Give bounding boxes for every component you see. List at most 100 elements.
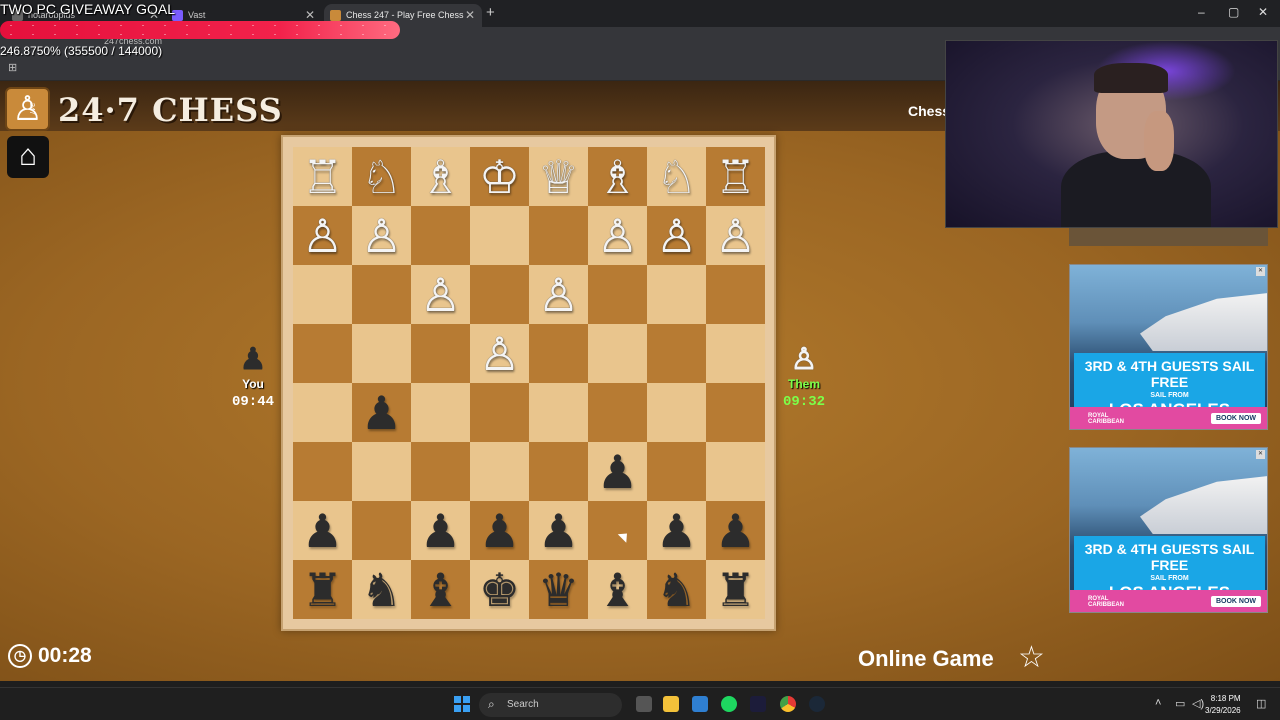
black-pawn-icon[interactable]: ♟ — [715, 508, 756, 554]
board-square[interactable] — [411, 383, 470, 442]
board-square[interactable] — [647, 324, 706, 383]
maximize-button[interactable]: ▢ — [1228, 5, 1239, 19]
board-square[interactable]: ♝ — [411, 560, 470, 619]
board-square[interactable]: ♙ — [529, 265, 588, 324]
board-square[interactable]: ♘ — [352, 147, 411, 206]
white-king-icon[interactable]: ♔ — [479, 154, 520, 200]
black-pawn-icon[interactable]: ♟ — [597, 449, 638, 495]
board-square[interactable] — [529, 442, 588, 501]
board-square[interactable]: ♟ — [470, 501, 529, 560]
board-square[interactable] — [470, 383, 529, 442]
chrome-icon[interactable] — [780, 696, 796, 712]
board-square[interactable] — [293, 265, 352, 324]
board-square[interactable] — [588, 265, 647, 324]
board-square[interactable]: ♟ — [352, 383, 411, 442]
board-square[interactable] — [411, 206, 470, 265]
board-square[interactable]: ♟ — [411, 501, 470, 560]
close-tab-icon[interactable]: ✕ — [465, 8, 475, 22]
black-bishop-icon[interactable]: ♝ — [420, 567, 461, 613]
steam-icon[interactable] — [809, 696, 825, 712]
board-square[interactable] — [706, 265, 765, 324]
board-square[interactable]: ♝ — [588, 560, 647, 619]
white-bishop-icon[interactable]: ♗ — [420, 154, 461, 200]
volume-icon[interactable]: ◁) — [1192, 697, 1204, 710]
white-bishop-icon[interactable]: ♗ — [597, 154, 638, 200]
black-pawn-icon[interactable]: ♟ — [420, 508, 461, 554]
board-square[interactable] — [647, 442, 706, 501]
taskbar-search[interactable]: ⌕ Search — [479, 693, 622, 717]
board-square[interactable]: ♞ — [647, 560, 706, 619]
board-square[interactable] — [647, 265, 706, 324]
board-square[interactable] — [411, 442, 470, 501]
logo-pawn-icon[interactable]: ♙ 247 — [5, 87, 50, 131]
board-square[interactable] — [588, 383, 647, 442]
black-rook-icon[interactable]: ♜ — [715, 567, 756, 613]
board-square[interactable] — [352, 324, 411, 383]
board-square[interactable] — [293, 383, 352, 442]
board-square[interactable]: ♛ — [529, 560, 588, 619]
black-rook-icon[interactable]: ♜ — [302, 567, 343, 613]
white-knight-icon[interactable]: ♘ — [361, 154, 402, 200]
ad-close-icon[interactable]: ✕ — [1256, 267, 1265, 276]
network-icon[interactable]: ▭ — [1175, 697, 1185, 710]
board-square[interactable]: ♙ — [647, 206, 706, 265]
black-queen-icon[interactable]: ♛ — [538, 567, 579, 613]
board-square[interactable]: ♜ — [293, 560, 352, 619]
close-window-button[interactable]: ✕ — [1258, 5, 1268, 19]
board-square[interactable]: ♞ — [352, 560, 411, 619]
board-square[interactable]: ♙ — [293, 206, 352, 265]
board-square[interactable] — [706, 442, 765, 501]
chess-board[interactable]: ♖ ♘ ♗ ♔ ♕ ♗ ♘ ♖ ♙ ♙ ♙ ♙ ♙ ♙ ♙ ♙ ♟ ♟ ♟ ♟ ♟ ♟ ♟ ♟ ♜ ♞ ♝ ♚ ♛ ♝ ♞ ♜ — [293, 147, 765, 619]
board-square[interactable]: ♙ — [588, 206, 647, 265]
board-square[interactable] — [293, 324, 352, 383]
board-square[interactable]: ♕ — [529, 147, 588, 206]
board-square[interactable]: ♙ — [411, 265, 470, 324]
board-square[interactable] — [352, 442, 411, 501]
board-square[interactable] — [470, 442, 529, 501]
board-square[interactable]: ♖ — [293, 147, 352, 206]
board-square[interactable] — [352, 265, 411, 324]
white-pawn-icon[interactable]: ♙ — [656, 213, 697, 259]
board-square[interactable] — [352, 501, 411, 560]
board-square[interactable] — [647, 383, 706, 442]
white-pawn-icon[interactable]: ♙ — [715, 213, 756, 259]
black-bishop-icon[interactable]: ♝ — [597, 567, 638, 613]
white-pawn-icon[interactable]: ♙ — [361, 213, 402, 259]
ad-banner-1[interactable]: ✕ 3RD & 4TH GUESTS SAIL FREE SAIL FROM L… — [1069, 264, 1268, 430]
board-square[interactable] — [411, 324, 470, 383]
ad-book-button[interactable]: BOOK NOW — [1210, 596, 1261, 607]
board-square[interactable] — [529, 383, 588, 442]
tray-chevron-icon[interactable]: ˄ — [1155, 697, 1161, 709]
white-pawn-icon[interactable]: ♙ — [479, 331, 520, 377]
apps-grid-icon[interactable]: ⊞ — [8, 61, 17, 74]
board-square[interactable]: ♟ — [647, 501, 706, 560]
notepad-icon[interactable] — [692, 696, 708, 712]
taskbar-clock[interactable]: 8:18 PM 3/29/2026 — [1205, 693, 1241, 717]
white-pawn-icon[interactable]: ♙ — [597, 213, 638, 259]
ad-close-icon[interactable]: ✕ — [1256, 450, 1265, 459]
hud-app-icon[interactable] — [750, 696, 766, 712]
ad-book-button[interactable]: BOOK NOW — [1210, 413, 1261, 424]
windows-start-icon[interactable] — [454, 696, 470, 712]
white-rook-icon[interactable]: ♖ — [715, 154, 756, 200]
nav-link-chess[interactable]: Chess — [908, 103, 950, 119]
minimize-button[interactable]: – — [1198, 5, 1205, 19]
board-square[interactable]: ♙ — [352, 206, 411, 265]
close-tab-icon[interactable]: ✕ — [305, 8, 315, 22]
board-square[interactable] — [529, 206, 588, 265]
white-pawn-icon[interactable]: ♙ — [420, 272, 461, 318]
board-square[interactable]: ♖ — [706, 147, 765, 206]
favorite-star-icon[interactable]: ☆ — [1018, 640, 1045, 675]
board-square[interactable]: ♙ — [470, 324, 529, 383]
board-square[interactable]: ♟ — [706, 501, 765, 560]
white-queen-icon[interactable]: ♕ — [538, 154, 579, 200]
spotify-icon[interactable] — [721, 696, 737, 712]
board-square[interactable] — [529, 324, 588, 383]
board-square[interactable]: ♙ — [706, 206, 765, 265]
black-pawn-icon[interactable]: ♟ — [361, 390, 402, 436]
task-view-icon[interactable] — [636, 696, 652, 712]
board-square[interactable]: ♘ — [647, 147, 706, 206]
notification-icon[interactable]: ◫ — [1256, 697, 1266, 710]
home-button[interactable]: ⌂ — [7, 136, 49, 178]
board-square[interactable] — [293, 442, 352, 501]
